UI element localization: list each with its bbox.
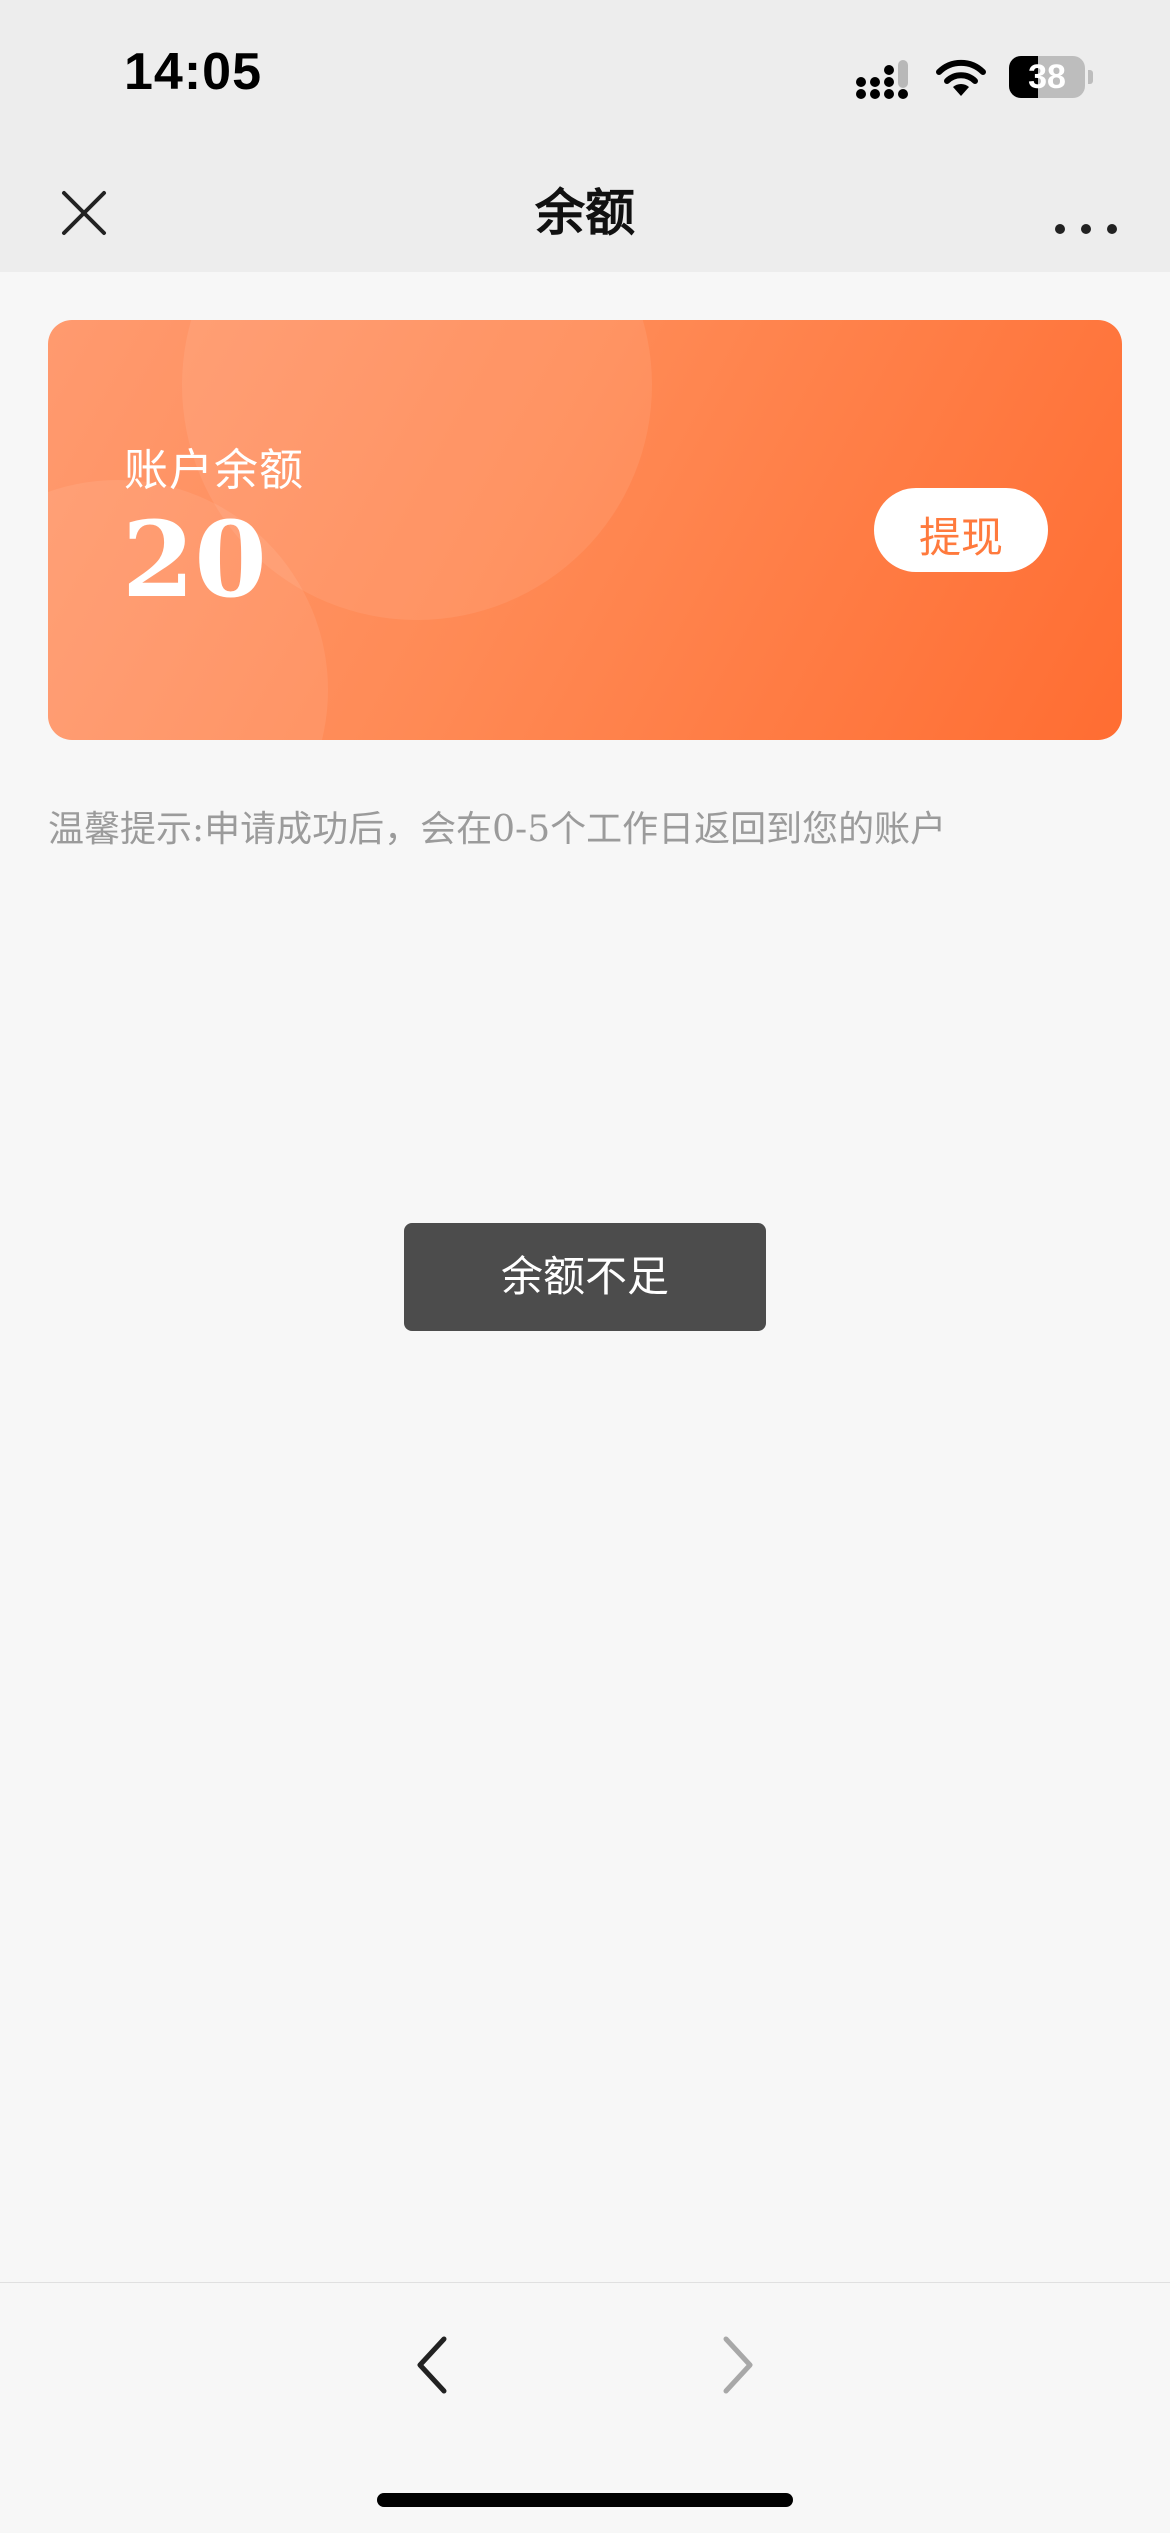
forward-button[interactable] (700, 2323, 770, 2403)
home-indicator (377, 2493, 793, 2507)
toast-message: 余额不足 (500, 1252, 669, 1301)
balance-label: 账户余额 (124, 445, 304, 496)
withdraw-button[interactable]: 提现 (874, 488, 1048, 572)
balance-amount: 20 (122, 498, 267, 621)
close-button[interactable] (48, 177, 120, 249)
toast: 余额不足 (404, 1223, 766, 1331)
battery-tip (1088, 70, 1093, 84)
more-dots-icon (1055, 224, 1117, 234)
battery-body: 38 (1009, 56, 1085, 98)
close-icon (62, 191, 106, 235)
back-button[interactable] (400, 2323, 470, 2403)
bottom-toolbar (0, 2282, 1170, 2533)
signal-icon (856, 60, 908, 99)
status-bar: 14:05 38 (0, 0, 1170, 154)
nav-bar: 余额 (0, 154, 1170, 272)
tip-text: 温馨提示:申请成功后，会在0-5个工作日返回到您的账户 (48, 809, 947, 850)
balance-card: 账户余额 20 提现 (48, 320, 1122, 740)
wifi-icon (936, 59, 986, 96)
battery-level: 38 (1028, 58, 1066, 96)
chevron-right-icon (723, 2336, 753, 2394)
status-time: 14:05 (124, 43, 262, 101)
page-title: 余额 (535, 184, 635, 242)
more-button[interactable] (1046, 177, 1126, 249)
battery-icon: 38 (1009, 56, 1093, 98)
chevron-left-icon (417, 2336, 447, 2394)
